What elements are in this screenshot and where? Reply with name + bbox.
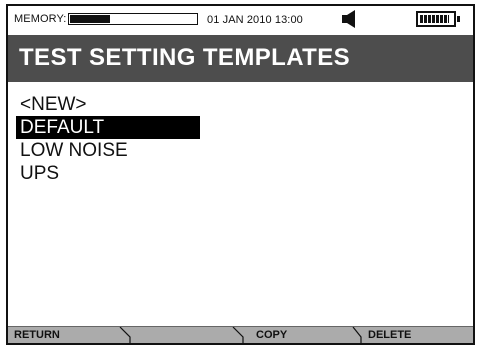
return-softkey[interactable]: RETURN (14, 329, 60, 341)
template-item[interactable]: UPS (16, 162, 316, 185)
page-title: TEST SETTING TEMPLATES (19, 44, 351, 71)
battery-terminal (457, 16, 460, 22)
template-item[interactable]: LOW NOISE (16, 139, 316, 162)
memory-usage-fill (70, 15, 110, 23)
softkey-bar: RETURN COPY DELETE (8, 326, 473, 343)
copy-softkey[interactable]: COPY (256, 329, 287, 341)
delete-softkey[interactable]: DELETE (368, 329, 411, 341)
template-item[interactable]: <NEW> (16, 93, 316, 116)
status-bar: MEMORY: 01 JAN 2010 13:00 (8, 6, 473, 34)
battery-level-fill (420, 15, 449, 23)
title-band: TEST SETTING TEMPLATES (8, 35, 473, 82)
template-list: <NEW> DEFAULT LOW NOISE UPS (16, 93, 316, 185)
instrument-screen: MEMORY: 01 JAN 2010 13:00 TEST SETTING T… (6, 4, 475, 345)
memory-usage-bar (68, 13, 198, 25)
template-item[interactable]: DEFAULT (16, 116, 200, 139)
date-time: 01 JAN 2010 13:00 (207, 14, 303, 26)
speaker-icon (341, 9, 359, 34)
battery-icon (416, 11, 460, 27)
memory-label: MEMORY: (14, 13, 67, 25)
